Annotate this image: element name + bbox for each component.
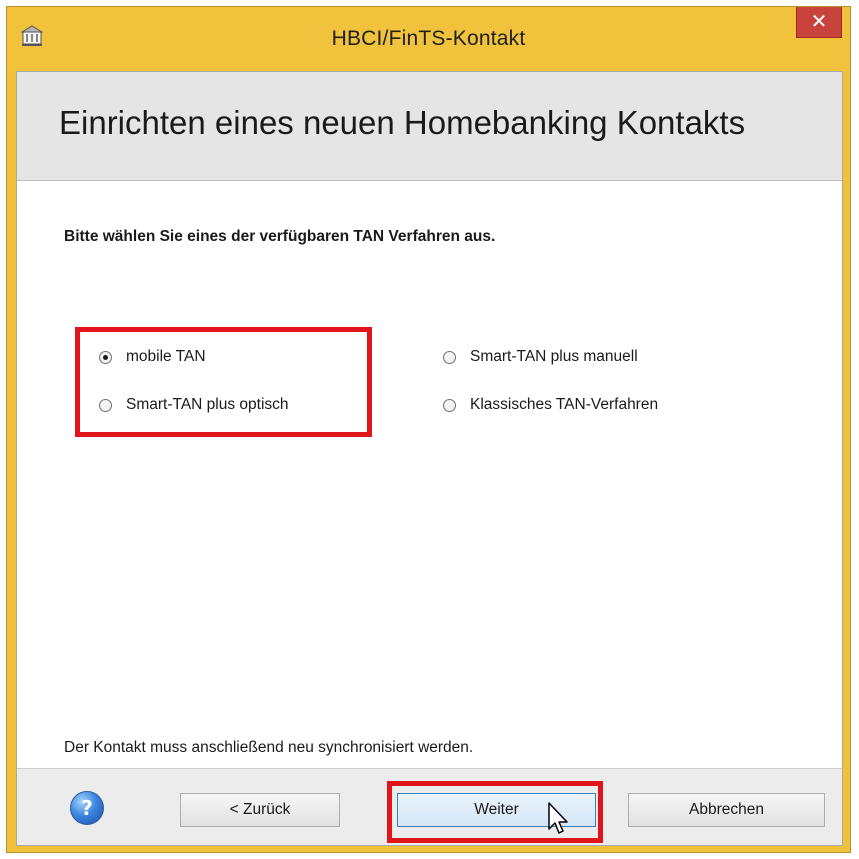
radio-label: Klassisches TAN-Verfahren	[470, 396, 659, 413]
help-icon: ?	[81, 796, 93, 820]
close-button[interactable]: ✕	[796, 7, 842, 38]
help-button[interactable]: ?	[70, 791, 104, 825]
back-button[interactable]: < Zurück	[180, 793, 340, 827]
radio-klassisches-tan[interactable]: Klassisches TAN-Verfahren	[443, 396, 658, 414]
radio-button[interactable]	[443, 398, 456, 412]
button-bar: ? < Zurück Weiter Abbrechen	[17, 768, 842, 845]
page-title: Einrichten eines neuen Homebanking Konta…	[59, 104, 746, 141]
wizard-header: Einrichten eines neuen Homebanking Konta…	[17, 72, 842, 181]
cancel-button[interactable]: Abbrechen	[628, 793, 825, 827]
dialog-window: HBCI/FinTS-Kontakt ✕ Einrichten eines ne…	[6, 6, 851, 853]
radio-button[interactable]	[443, 350, 456, 364]
close-icon: ✕	[810, 9, 828, 33]
mouse-pointer-icon	[548, 802, 568, 834]
window-title: HBCI/FinTS-Kontakt	[331, 27, 526, 50]
sync-note: Der Kontakt muss anschließend neu synchr…	[64, 739, 474, 756]
radio-label: Smart-TAN plus manuell	[470, 348, 638, 365]
dialog-client-area: Einrichten eines neuen Homebanking Konta…	[16, 71, 843, 846]
highlight-box-options	[75, 327, 372, 437]
title-bar[interactable]: HBCI/FinTS-Kontakt ✕	[7, 7, 850, 71]
radio-smart-tan-manuell[interactable]: Smart-TAN plus manuell	[443, 348, 638, 366]
instruction-text: Bitte wählen Sie eines der verfügbaren T…	[64, 228, 496, 245]
